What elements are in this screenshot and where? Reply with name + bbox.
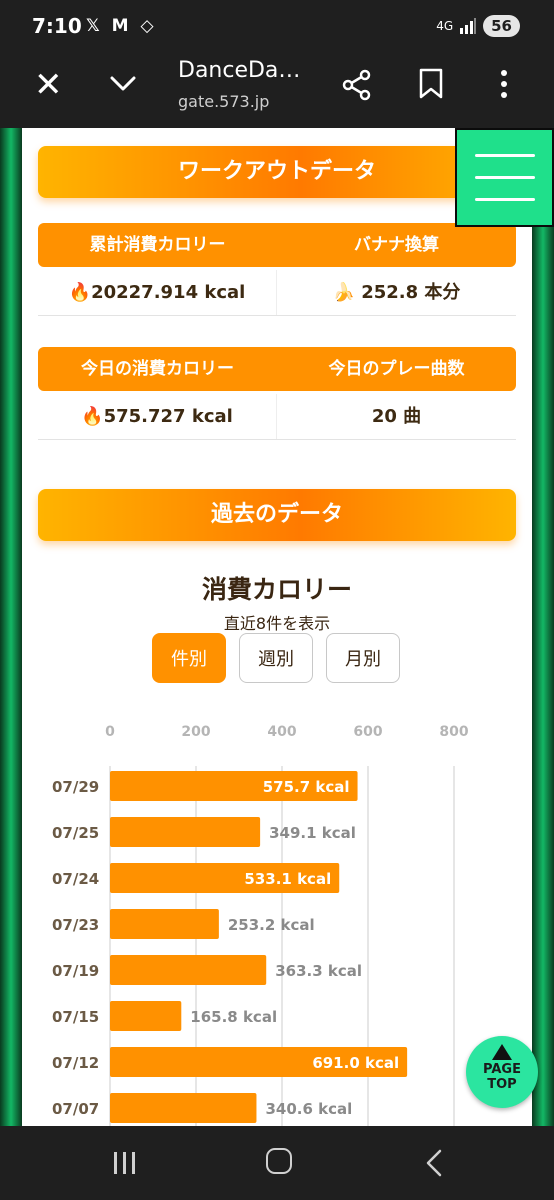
bar-value-label: 691.0 kcal bbox=[312, 1054, 399, 1072]
stat-header-row-1: 累計消費カロリー バナナ換算 bbox=[38, 223, 516, 267]
system-nav-bar bbox=[0, 1126, 554, 1200]
tab-monthly[interactable]: 月別 bbox=[326, 633, 400, 683]
bar[interactable] bbox=[110, 955, 267, 985]
bar[interactable] bbox=[110, 817, 261, 847]
bar-value-label: 349.1 kcal bbox=[269, 824, 356, 842]
x-tick-label: 400 bbox=[267, 724, 296, 740]
y-category-label: 07/07 bbox=[52, 1100, 99, 1118]
banana-label: バナナ換算 bbox=[354, 235, 439, 255]
y-category-label: 07/23 bbox=[52, 916, 99, 934]
bar-value-label: 363.3 kcal bbox=[275, 962, 362, 980]
home-icon[interactable] bbox=[266, 1148, 292, 1174]
bar[interactable] bbox=[110, 909, 219, 939]
today-calories-label: 今日の消費カロリー bbox=[81, 359, 234, 379]
page-url[interactable]: gate.573.jp bbox=[178, 92, 269, 111]
chart-title: 消費カロリー bbox=[201, 575, 352, 604]
bar-value-label: 165.8 kcal bbox=[190, 1008, 277, 1026]
stat-value-row-1: 🔥20227.914 kcal 🍌 252.8 本分 bbox=[38, 270, 516, 316]
chevron-down-icon[interactable] bbox=[108, 68, 138, 98]
close-icon[interactable]: ✕ bbox=[34, 68, 63, 102]
stat-header-row-2: 今日の消費カロリー 今日のプレー曲数 bbox=[38, 347, 516, 391]
tab-weekly[interactable]: 週別 bbox=[239, 633, 313, 683]
battery-indicator: 56 bbox=[483, 15, 520, 37]
tab-per-play[interactable]: 件別 bbox=[152, 633, 226, 683]
decorative-border-left bbox=[0, 128, 22, 1126]
page-top-line2: TOP bbox=[487, 1077, 517, 1092]
status-icons: 4G 56 bbox=[436, 15, 520, 37]
page-content: ワークアウトデータ 累計消費カロリー バナナ換算 🔥20227.914 kcal… bbox=[22, 128, 532, 1126]
x-tick-label: 0 bbox=[105, 724, 115, 740]
past-section-header: 過去のデータ bbox=[38, 489, 516, 541]
bar[interactable] bbox=[110, 1001, 182, 1031]
y-category-label: 07/12 bbox=[52, 1054, 99, 1072]
page-top-button[interactable]: PAGE TOP bbox=[466, 1036, 538, 1108]
y-category-label: 07/19 bbox=[52, 962, 99, 980]
notification-icons: 𝕏 M ◇ bbox=[86, 16, 157, 36]
total-calories-value: 🔥20227.914 kcal bbox=[38, 270, 277, 315]
today-calories-value: 🔥575.727 kcal bbox=[38, 394, 277, 439]
arrow-up-icon bbox=[492, 1044, 512, 1060]
signal-icon bbox=[460, 18, 477, 34]
bar-value-label: 253.2 kcal bbox=[228, 916, 315, 934]
share-icon[interactable] bbox=[340, 68, 374, 102]
web-page: ワークアウトデータ 累計消費カロリー バナナ換算 🔥20227.914 kcal… bbox=[0, 128, 554, 1126]
back-icon[interactable] bbox=[424, 1148, 444, 1178]
page-title: DanceDa… bbox=[178, 58, 301, 83]
y-category-label: 07/29 bbox=[52, 778, 99, 796]
bookmark-icon[interactable] bbox=[418, 68, 444, 100]
bar[interactable] bbox=[110, 1093, 257, 1123]
bar-value-label: 340.6 kcal bbox=[265, 1100, 352, 1118]
calorie-bar-chart: 0 200 400 600 800 07/29 575.7 kcal 07/25 349.1 k… bbox=[52, 724, 469, 1126]
bar-value-label: 533.1 kcal bbox=[244, 870, 331, 888]
status-time: 7:10 bbox=[32, 14, 82, 38]
chart-subtitle: 直近8件を表示 bbox=[223, 614, 331, 633]
x-tick-label: 600 bbox=[353, 724, 382, 740]
y-category-label: 07/15 bbox=[52, 1008, 99, 1026]
decorative-border-right bbox=[532, 128, 554, 1126]
x-tick-label: 800 bbox=[439, 724, 468, 740]
today-plays-label: 今日のプレー曲数 bbox=[328, 359, 465, 379]
hamburger-menu-button[interactable] bbox=[455, 128, 554, 227]
y-category-label: 07/25 bbox=[52, 824, 99, 842]
period-tabs: 件別 週別 月別 bbox=[152, 633, 400, 683]
y-category-label: 07/24 bbox=[52, 870, 99, 888]
stat-value-row-2: 🔥575.727 kcal 20 曲 bbox=[38, 394, 516, 440]
x-tick-label: 200 bbox=[181, 724, 210, 740]
status-bar: 7:10 𝕏 M ◇ 4G 56 bbox=[0, 0, 554, 54]
bar-value-label: 575.7 kcal bbox=[263, 778, 350, 796]
workout-section-header: ワークアウトデータ bbox=[38, 146, 516, 198]
banana-value: 🍌 252.8 本分 bbox=[332, 282, 461, 303]
browser-toolbar: ✕ DanceDa… gate.573.jp bbox=[0, 54, 554, 128]
page-top-line1: PAGE bbox=[483, 1062, 521, 1077]
network-icon: 4G bbox=[436, 19, 454, 33]
total-calories-label: 累計消費カロリー bbox=[89, 235, 226, 255]
recents-icon[interactable] bbox=[112, 1152, 138, 1174]
more-vert-icon[interactable] bbox=[494, 68, 514, 100]
today-plays-value: 20 曲 bbox=[371, 406, 422, 427]
